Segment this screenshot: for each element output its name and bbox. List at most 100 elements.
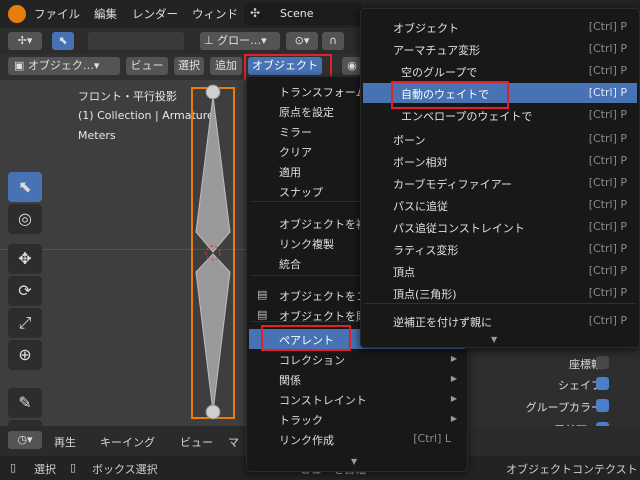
prop-group-color-label: グループカラー <box>525 401 602 414</box>
parent-menu-item-label: 空のグループで <box>401 66 478 79</box>
parent-menu-item-shortcut: [Ctrl] P <box>588 108 627 121</box>
object-menu-item-shortcut: [Ctrl] L <box>413 432 451 445</box>
parent-menu-item[interactable]: ラティス変形 [Ctrl] P <box>363 239 637 259</box>
menu-render[interactable]: レンダー <box>132 6 178 22</box>
parent-item-highlight <box>261 325 351 351</box>
transform-tool-icon[interactable]: ⊕ <box>8 340 42 370</box>
timeline-editor-icon[interactable]: ◷▾ <box>8 431 42 449</box>
select-menu[interactable]: 選択 <box>174 57 204 75</box>
move-tool-icon[interactable]: ✥ <box>8 244 42 274</box>
object-menu-item[interactable]: リンク作成 [Ctrl] L <box>249 429 465 449</box>
parent-menu-item[interactable]: 逆補正を付けず親に [Ctrl] P <box>363 311 637 331</box>
orientation-dropdown[interactable]: ⊥ グロー…▾ <box>200 32 280 50</box>
mode-dropdown[interactable]: ▣ オブジェク…▾ <box>8 57 120 75</box>
parent-menu-item[interactable]: ボーン相対 [Ctrl] P <box>363 151 637 171</box>
playback-menu[interactable]: 再生 <box>54 434 76 450</box>
submenu-arrow-icon: ▶ <box>450 394 457 403</box>
parent-menu-item-shortcut: [Ctrl] P <box>588 42 627 55</box>
object-menu-item[interactable]: 関係 ▶ <box>249 369 465 389</box>
object-menu-item-label: オブジェクトをコ <box>279 290 367 303</box>
units-label: Meters <box>78 129 116 142</box>
pivot-dropdown[interactable]: ⊙▾ <box>286 32 318 50</box>
scale-tool-icon[interactable]: ⤢ <box>8 308 42 338</box>
object-menu-item-label: 関係 <box>279 374 301 387</box>
parent-menu-item-shortcut: [Ctrl] P <box>588 198 627 211</box>
prop-axes-checkbox[interactable] <box>596 356 609 369</box>
keying-menu[interactable]: キーイング <box>100 434 155 450</box>
menu-file[interactable]: ファイル <box>34 6 80 22</box>
parent-menu-item[interactable]: カーブモディファイアー [Ctrl] P <box>363 173 637 193</box>
status-select: 選択 <box>34 463 56 476</box>
parent-menu-item-label: 頂点 <box>393 266 415 279</box>
rotate-tool-icon[interactable]: ⟳ <box>8 276 42 306</box>
object-menu-item[interactable]: コンストレイント ▶ <box>249 389 465 409</box>
tool-settings-button[interactable]: ✢▾ <box>8 32 42 50</box>
parent-menu-item[interactable]: 頂点(三角形) [Ctrl] P <box>363 283 637 303</box>
visibility-icon[interactable]: ◉ <box>342 57 362 75</box>
parent-menu-item-shortcut: [Ctrl] P <box>588 242 627 255</box>
parent-menu-item-shortcut: [Ctrl] P <box>588 286 627 299</box>
object-menu-item-label: コンストレイント <box>279 394 367 407</box>
parent-menu-item-shortcut: [Ctrl] P <box>588 64 627 77</box>
clipboard-icon: ▤ <box>257 308 268 321</box>
parent-menu-item-shortcut: [Ctrl] P <box>588 220 627 233</box>
object-menu-item-label: リンク複製 <box>279 238 334 251</box>
parent-menu-item-shortcut: [Ctrl] P <box>588 20 627 33</box>
submenu-arrow-icon: ▶ <box>450 414 457 423</box>
view-menu[interactable]: ビュー <box>126 57 168 75</box>
auto-weights-highlight <box>391 81 509 109</box>
select-tool-button[interactable]: ⬉ <box>52 32 74 50</box>
parent-menu-item[interactable]: 空のグループで [Ctrl] P <box>363 61 637 81</box>
select-box-tool-icon[interactable]: ⬉ <box>8 172 42 202</box>
prop-shape-checkbox[interactable] <box>596 377 609 390</box>
blender-logo-icon[interactable] <box>8 5 26 23</box>
menu-edit[interactable]: 編集 <box>94 6 117 22</box>
parent-menu-item[interactable]: パスに追従 [Ctrl] P <box>363 195 637 215</box>
object-menu-item-label: 原点を設定 <box>279 106 334 119</box>
object-menu-item[interactable]: トラック ▶ <box>249 409 465 429</box>
parent-menu-item[interactable]: 頂点 [Ctrl] P <box>363 261 637 281</box>
scroll-down-icon[interactable]: ▼ <box>491 335 497 344</box>
parent-menu-item-shortcut: [Ctrl] P <box>588 264 627 277</box>
bone-upper <box>195 95 231 253</box>
object-menu-item-label: 適用 <box>279 166 301 179</box>
scroll-down-icon[interactable]: ▼ <box>351 457 357 466</box>
parent-menu-item-label: パスに追従 <box>393 200 448 213</box>
scene-selector[interactable]: ✣ Scene <box>244 3 362 25</box>
parent-menu-item-label: パス追従コンストレイント <box>393 222 525 235</box>
object-menu-item-label: トランスフォーム <box>279 86 367 99</box>
parent-menu-item[interactable]: アーマチュア変形 [Ctrl] P <box>363 39 637 59</box>
orientation-label: グロー… <box>217 34 262 47</box>
timeline-view-menu[interactable]: ビュー <box>180 434 213 450</box>
cursor-tool-icon[interactable]: ◎ <box>8 204 42 234</box>
parent-menu-item[interactable]: ボーン [Ctrl] P <box>363 129 637 149</box>
prop-group-color-checkbox[interactable] <box>596 399 609 412</box>
add-menu[interactable]: 追加 <box>210 57 242 75</box>
parent-menu-item-label: エンベロープのウェイトで <box>401 110 533 123</box>
parent-menu-item-label: オブジェクト <box>393 22 459 35</box>
armature-bones[interactable] <box>188 84 238 424</box>
parent-menu-item-label: ボーン相対 <box>393 156 448 169</box>
scene-name: Scene <box>280 7 314 20</box>
mouse-left-icon: ▯ <box>10 461 17 474</box>
viewport-display-panel: 座標軸 シェイプ グループカラー <box>468 346 640 426</box>
parent-menu-item-label: アーマチュア変形 <box>393 44 481 57</box>
annotate-tool-icon[interactable]: ✎ <box>8 388 42 418</box>
clipboard-icon: ▤ <box>257 288 268 301</box>
select-mode-icons[interactable] <box>88 32 184 50</box>
marker-menu[interactable]: マ <box>228 434 239 450</box>
menu-window[interactable]: ウィンド <box>192 6 238 22</box>
object-menu-item-label: 統合 <box>279 258 301 271</box>
parent-submenu: オブジェクト [Ctrl] P アーマチュア変形 [Ctrl] P 空のグループで [Ct… <box>360 8 640 348</box>
snap-toggle[interactable]: ∩ <box>322 32 344 50</box>
parent-menu-item-shortcut: [Ctrl] P <box>588 154 627 167</box>
object-menu-item[interactable]: コレクション ▶ <box>249 349 465 369</box>
parent-menu-item[interactable]: パス追従コンストレイント [Ctrl] P <box>363 217 637 237</box>
parent-menu-item-label: カーブモディファイアー <box>393 178 512 191</box>
bone-tail-joint <box>205 404 221 420</box>
object-menu-item-label: リンク作成 <box>279 434 334 447</box>
object-menu-item-label: オブジェクトを貼 <box>279 310 367 323</box>
parent-menu-item[interactable]: オブジェクト [Ctrl] P <box>363 17 637 37</box>
status-right: オブジェクトコンテクスト <box>506 463 638 476</box>
parent-menu-item-shortcut: [Ctrl] P <box>588 86 627 99</box>
